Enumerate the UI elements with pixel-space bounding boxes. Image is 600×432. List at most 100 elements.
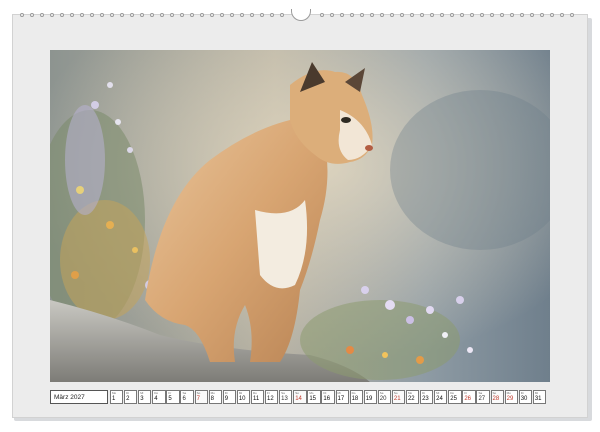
day-number: 10 [238, 396, 246, 402]
binding-ring-icon [330, 13, 334, 17]
day-number: 1 [112, 396, 116, 402]
binding-ring-icon [90, 13, 94, 17]
binding-ring-icon [410, 13, 414, 17]
binding-ring-icon [50, 13, 54, 17]
cougar-painting [50, 50, 550, 382]
calendar-day-cell: Di 9 [222, 390, 237, 404]
day-number: 17 [337, 396, 345, 402]
binding-ring-icon [240, 13, 244, 17]
month-label: März 2027 [50, 390, 108, 404]
binding-ring-icon [150, 13, 154, 17]
day-number: 8 [210, 396, 214, 402]
calendar-day-cell: Sa 13 [279, 390, 293, 404]
binding-ring-icon [320, 13, 324, 17]
calendar-day-cell: Sa 6 [180, 390, 194, 404]
day-number: 28 [492, 396, 500, 402]
binding-ring-icon [250, 13, 254, 17]
calendar-day-cell: Do 4 [152, 390, 166, 404]
binding-ring-icon [20, 13, 24, 17]
binding-ring-icon [500, 13, 504, 17]
binding-ring-icon [30, 13, 34, 17]
calendar-day-cell: Di 30 [518, 390, 533, 404]
calendar-day-cell: Mi 17 [335, 390, 349, 404]
day-number: 24 [436, 396, 443, 402]
day-number: 18 [351, 396, 359, 402]
binding-ring-icon [540, 13, 544, 17]
binding-ring-icon [340, 13, 344, 17]
day-number: 22 [407, 396, 415, 402]
month-calendar-strip: März 2027 Mo 1 Di 2 Mi 3 Do 4 Fr 5 Sa 6 So 7 Mo 8 Di 9 Mi 1… [50, 390, 550, 406]
calendar-day-cell: Mi 10 [236, 390, 251, 404]
day-number: 9 [224, 396, 229, 402]
calendar-day-cell: Mo 29 [504, 390, 518, 404]
binding-ring-icon [440, 13, 444, 17]
calendar-day-cell: Fr 19 [363, 390, 377, 404]
binding-ring-icon [260, 13, 264, 17]
binding-ring-icon [560, 13, 564, 17]
day-number: 20 [379, 396, 387, 402]
binding-ring-icon [530, 13, 534, 17]
binding-ring-icon [110, 13, 114, 17]
day-number: 2 [126, 396, 130, 402]
calendar-day-cell: Mo 15 [307, 390, 321, 404]
calendar-day-cell: So 14 [293, 390, 307, 404]
calendar-day-cell: Sa 27 [476, 390, 490, 404]
binding-ring-icon [160, 13, 164, 17]
calendar-day-cell: Do 18 [349, 390, 363, 404]
binding-ring-icon [360, 13, 364, 17]
binding-ring-icon [390, 13, 394, 17]
day-number: 30 [520, 396, 528, 402]
day-number: 29 [506, 396, 514, 402]
calendar-day-cell: So 28 [490, 390, 504, 404]
day-number: 31 [534, 396, 542, 402]
binding-ring-icon [370, 13, 374, 17]
binding-ring-icon [230, 13, 234, 17]
binding-ring-icon [490, 13, 494, 17]
binding-ring-icon [270, 13, 274, 17]
calendar-day-cell: Sa 20 [377, 390, 392, 404]
day-number: 7 [196, 396, 200, 402]
day-number: 6 [182, 396, 186, 402]
calendar-day-cell: Do 25 [448, 390, 462, 404]
binding-ring-icon [450, 13, 454, 17]
binding-ring-icon [470, 13, 474, 17]
binding-ring-icon [570, 13, 574, 17]
binding-ring-icon [550, 13, 554, 17]
day-number: 5 [168, 396, 172, 402]
binding-ring-icon [80, 13, 84, 17]
binding-ring-icon [220, 13, 224, 17]
day-number: 27 [478, 396, 486, 402]
calendar-day-cell: Mo 1 [110, 390, 124, 404]
calendar-day-cell: So 21 [391, 390, 406, 404]
calendar-day-cell: Fr 26 [462, 390, 476, 404]
binding-ring-icon [130, 13, 134, 17]
day-number: 21 [393, 396, 401, 402]
binding-ring-icon [460, 13, 464, 17]
day-number: 13 [281, 396, 288, 402]
binding-ring-icon [180, 13, 184, 17]
binding-ring-icon [280, 13, 284, 17]
calendar-day-cell: Mo 22 [405, 390, 420, 404]
day-number: 4 [154, 396, 158, 402]
calendar-day-cell: Fr 12 [265, 390, 279, 404]
binding-ring-icon [380, 13, 384, 17]
binding-ring-icon [100, 13, 104, 17]
binding-ring-icon [190, 13, 194, 17]
day-number: 26 [464, 396, 472, 402]
binding-ring-icon [210, 13, 214, 17]
day-number: 11 [252, 396, 260, 402]
binding-ring-icon [510, 13, 514, 17]
day-number: 12 [267, 396, 274, 402]
binding-ring-icon [520, 13, 524, 17]
calendar-day-cell: Mi 3 [138, 390, 152, 404]
binding-ring-icon [350, 13, 354, 17]
day-number: 25 [450, 396, 457, 402]
calendar-day-cell: Di 23 [420, 390, 434, 404]
calendar-day-cell: Di 2 [124, 390, 138, 404]
binding-ring-icon [420, 13, 424, 17]
calendar-day-cell: Mi 24 [434, 390, 448, 404]
calendar-day-cell: Fr 5 [166, 390, 180, 404]
day-number: 16 [323, 396, 331, 402]
calendar-day-cell: Mo 8 [208, 390, 222, 404]
binding-ring-icon [60, 13, 64, 17]
